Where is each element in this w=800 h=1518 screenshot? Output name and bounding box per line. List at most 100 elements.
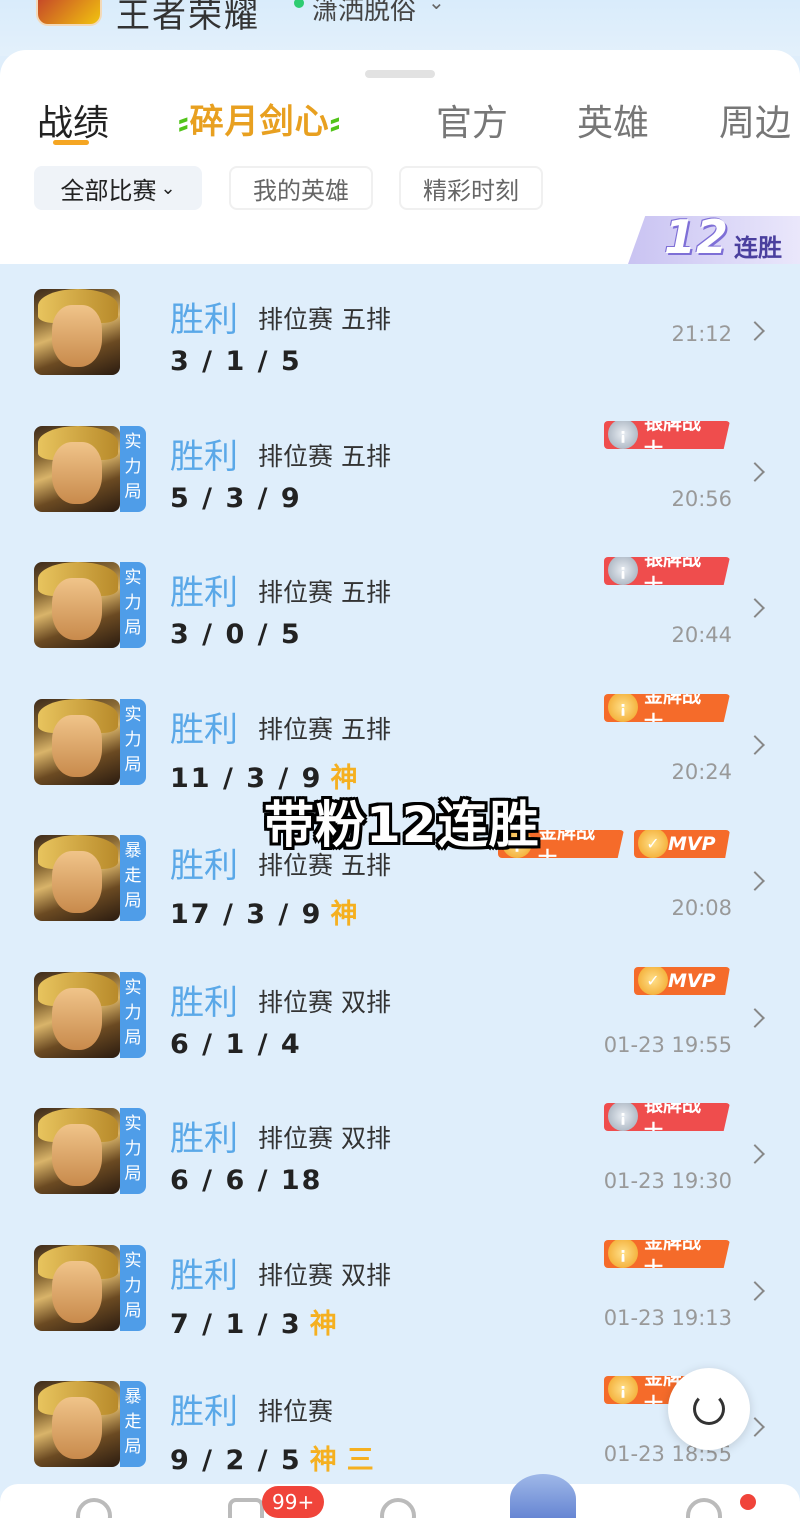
chevron-right-icon[interactable] [745, 321, 765, 341]
match-mode: 排位赛 五排 [258, 715, 391, 744]
notification-dot [740, 1494, 756, 1510]
hero-avatar [34, 1381, 120, 1467]
match-kda-line: 5 / 3 / 9 [170, 483, 302, 514]
match-time: 20:56 [671, 487, 732, 511]
match-mode: 排位赛 双排 [258, 1124, 391, 1153]
god-rating-badge: 神 [309, 1445, 339, 1476]
top-bar: 王者荣耀 潇洒脱俗 ⌄ [0, 0, 800, 56]
match-result: 胜利 [170, 983, 238, 1023]
online-status-dot [294, 0, 304, 8]
match-kda: 17 / 3 / 9 [170, 899, 323, 930]
match-mode: 排位赛 双排 [258, 988, 391, 1017]
match-row[interactable]: 实力局 胜利 排位赛 双排 6 / 1 / 4 ✓ MVP 01-23 19:55 [0, 947, 800, 1083]
filter-my-heroes[interactable]: 我的英雄 [229, 166, 373, 210]
badge-label: MVP [668, 970, 716, 992]
win-streak-number: 12 [664, 210, 729, 264]
hero-avatar [34, 699, 120, 785]
medal-icon: ¡ [608, 557, 638, 585]
mvp-badge: ✓ MVP [634, 967, 730, 995]
leaf-icon: ⸗ [178, 103, 190, 141]
match-time: 20:08 [671, 896, 732, 920]
chevron-right-icon[interactable] [745, 462, 765, 482]
badge-label: 金牌战士 [538, 821, 596, 870]
match-row[interactable]: 胜利 排位赛 五排 3 / 1 / 5 21:12 [0, 264, 800, 400]
leaf-icon: ⸗ [329, 103, 342, 141]
match-tier-tag: 实力局 [120, 1108, 146, 1194]
match-result: 胜利 [170, 437, 238, 477]
match-tier-tag: 实力局 [120, 972, 146, 1058]
match-row[interactable]: 实力局 胜利 排位赛 五排 3 / 0 / 5 ¡ 银牌战士 20:44 [0, 537, 800, 673]
nav-profile-icon[interactable] [686, 1498, 722, 1518]
tab-sheet: 战绩 ⸗碎月剑心⸗ 官方 英雄 周边 全部比赛 ⌄ 我的英雄 精彩时刻 12 连胜 [0, 50, 800, 264]
match-kda: 9 / 2 / 5 [170, 1445, 302, 1476]
match-kda-line: 7 / 1 / 3神 [170, 1302, 339, 1341]
match-time: 01-23 19:13 [603, 1306, 732, 1330]
nav-message-icon[interactable] [228, 1498, 264, 1518]
tab-heroes[interactable]: 英雄 [577, 94, 649, 146]
medal-icon: ✓ [638, 967, 668, 995]
match-time: 20:24 [671, 760, 732, 784]
player-name[interactable]: 潇洒脱俗 [312, 0, 416, 27]
match-result: 胜利 [170, 300, 238, 340]
match-tier-tag: 实力局 [120, 562, 146, 648]
tab-record[interactable]: 战绩 [37, 94, 109, 146]
hero-avatar [34, 972, 120, 1058]
overlay-caption: 带粉12连胜 [264, 796, 540, 854]
chevron-right-icon[interactable] [745, 1008, 765, 1028]
hero-avatar [34, 835, 120, 921]
match-result: 胜利 [170, 573, 238, 613]
match-kda-line: 9 / 2 / 5神三 [170, 1438, 376, 1477]
tab-official[interactable]: 官方 [436, 94, 508, 146]
match-list[interactable]: 胜利 排位赛 五排 3 / 1 / 5 21:12 实力局 胜利 排位赛 五排 5 / 3 /… [0, 264, 800, 1484]
god-rating-badge: 神 [330, 899, 360, 930]
app-title: 王者荣耀 [116, 0, 260, 36]
match-tier-tag: 暴走局 [120, 835, 146, 921]
badge-label: 银牌战士 [644, 412, 702, 461]
match-kda-line: 6 / 1 / 4 [170, 1029, 302, 1060]
medal-icon: ¡ [608, 421, 638, 449]
match-kda: 3 / 0 / 5 [170, 619, 302, 650]
filter-highlights[interactable]: 精彩时刻 [399, 166, 543, 210]
match-kda: 5 / 3 / 9 [170, 483, 302, 514]
silver-medal-badge: ¡ 银牌战士 [604, 1103, 730, 1131]
match-row[interactable]: 实力局 胜利 排位赛 双排 6 / 6 / 18 ¡ 银牌战士 01-23 19:30 [0, 1083, 800, 1219]
nav-center-mascot-icon[interactable] [510, 1474, 576, 1518]
match-row[interactable]: 实力局 胜利 排位赛 五排 5 / 3 / 9 ¡ 银牌战士 20:56 [0, 401, 800, 537]
match-mode: 排位赛 [258, 1397, 334, 1426]
chevron-right-icon[interactable] [745, 1281, 765, 1301]
filter-label: 全部比赛 [60, 176, 157, 205]
match-time: 01-23 19:55 [603, 1033, 732, 1057]
chevron-right-icon[interactable] [745, 871, 765, 891]
match-result: 胜利 [170, 1392, 238, 1432]
match-time: 01-23 19:30 [603, 1169, 732, 1193]
app-logo[interactable] [36, 0, 102, 26]
gold-medal-badge: ¡ 金牌战士 [604, 694, 730, 722]
chevron-right-icon[interactable] [745, 598, 765, 618]
chevron-right-icon[interactable] [745, 1144, 765, 1164]
refresh-button[interactable] [668, 1368, 750, 1450]
match-result: 胜利 [170, 710, 238, 750]
nav-search-icon[interactable] [380, 1498, 416, 1518]
tab-merch[interactable]: 周边 [719, 94, 791, 146]
tab-event[interactable]: ⸗碎月剑心⸗ [178, 94, 341, 143]
match-kda: 7 / 1 / 3 [170, 1309, 302, 1340]
match-kda-line: 3 / 0 / 5 [170, 619, 302, 650]
match-row[interactable]: 实力局 胜利 排位赛 双排 7 / 1 / 3 神 ¡ 金牌战士 01-23 19:13 [0, 1220, 800, 1356]
filter-all-matches[interactable]: 全部比赛 ⌄ [34, 166, 202, 210]
hero-avatar [34, 426, 120, 512]
nav-home-icon[interactable] [76, 1498, 112, 1518]
match-kda-line: 3 / 1 / 5 [170, 346, 302, 377]
badge-label: 银牌战士 [644, 548, 702, 597]
match-kda-line: 17 / 3 / 9神 [170, 892, 359, 931]
message-count-badge: 99+ [262, 1486, 325, 1518]
win-streak-label: 连胜 [734, 234, 782, 262]
god-rating-badge: 神 [309, 1309, 339, 1340]
chevron-right-icon[interactable] [745, 735, 765, 755]
chevron-down-icon[interactable]: ⌄ [428, 0, 445, 14]
badge-label: 金牌战士 [644, 685, 702, 734]
drag-handle[interactable] [365, 70, 435, 78]
match-kda: 3 / 1 / 5 [170, 346, 302, 377]
medal-icon: ¡ [608, 694, 638, 722]
match-tier-tag: 实力局 [120, 426, 146, 512]
mvp-badge: ✓ MVP [634, 830, 730, 858]
